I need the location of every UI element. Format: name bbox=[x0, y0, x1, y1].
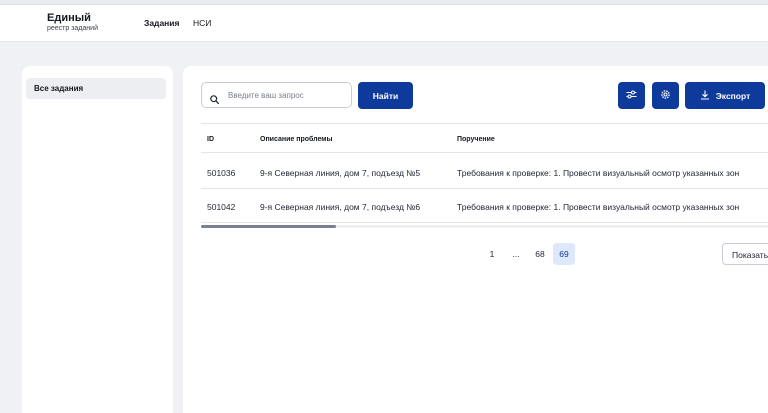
search-input[interactable] bbox=[228, 83, 348, 107]
logo-subtitle: реестр заданий bbox=[47, 25, 98, 32]
page-button-68[interactable]: 68 bbox=[529, 243, 551, 265]
download-icon bbox=[700, 90, 710, 102]
column-header-task[interactable]: Поручение bbox=[457, 136, 495, 143]
table-row[interactable]: 501042 9-я Северная линия, дом 7, подъез… bbox=[201, 189, 768, 223]
cell-task: Требования к проверке: 1. Провести визуа… bbox=[457, 202, 740, 212]
export-button[interactable]: Экспорт bbox=[685, 82, 765, 109]
column-header-id[interactable]: ID bbox=[207, 136, 214, 143]
search-box bbox=[201, 82, 352, 108]
find-button[interactable]: Найти bbox=[358, 82, 413, 109]
cell-id: 501036 bbox=[207, 168, 236, 178]
gear-icon bbox=[660, 89, 671, 102]
filter-icon bbox=[626, 90, 637, 101]
page-button-69-current[interactable]: 69 bbox=[553, 243, 575, 265]
filter-button[interactable] bbox=[618, 82, 645, 109]
cell-description: 9-я Северная линия, дом 7, подъезд №5 bbox=[260, 168, 421, 178]
main-panel: Найти Экспорт ID Описание проблемы Поруч… bbox=[183, 66, 768, 413]
horizontal-scrollbar[interactable] bbox=[201, 225, 768, 228]
cell-task: Требования к проверке: 1. Провести визуа… bbox=[457, 168, 740, 178]
page-button-1[interactable]: 1 bbox=[481, 243, 503, 265]
sidebar: Все задания bbox=[22, 66, 173, 413]
cell-description: 9-я Северная линия, дом 7, подъезд №6 bbox=[260, 202, 421, 212]
app-header: Единый реестр заданий Задания НСИ bbox=[0, 5, 768, 42]
export-label: Экспорт bbox=[715, 90, 751, 101]
nav-nsi[interactable]: НСИ bbox=[193, 18, 211, 28]
scrollbar-thumb[interactable] bbox=[201, 225, 336, 228]
column-header-description[interactable]: Описание проблемы bbox=[260, 136, 332, 143]
show-more-button[interactable]: Показать bbox=[722, 243, 768, 265]
table-row[interactable]: 501036 9-я Северная линия, дом 7, подъез… bbox=[201, 155, 768, 189]
search-icon bbox=[210, 91, 219, 104]
cell-id: 501042 bbox=[207, 202, 236, 212]
page-ellipsis: ... bbox=[512, 249, 520, 259]
logo-title: Единый bbox=[47, 12, 91, 24]
sidebar-item-all-tasks[interactable]: Все задания bbox=[26, 78, 166, 99]
table-header: ID Описание проблемы Поручение bbox=[201, 123, 768, 153]
nav-tasks[interactable]: Задания bbox=[144, 18, 180, 28]
settings-button[interactable] bbox=[652, 82, 679, 109]
